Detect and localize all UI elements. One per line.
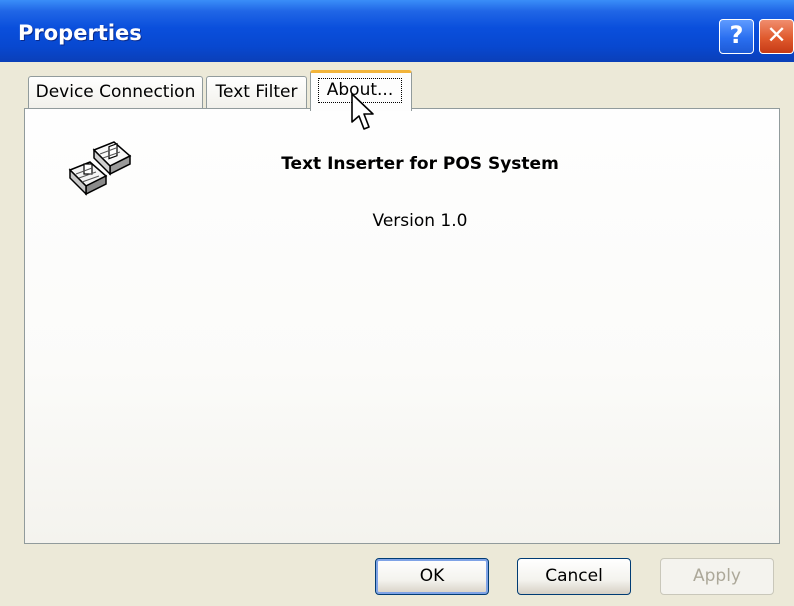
title-bar[interactable]: Properties ? ✕ xyxy=(0,0,794,62)
help-icon: ? xyxy=(729,21,744,49)
close-button[interactable]: ✕ xyxy=(759,19,794,54)
properties-dialog: Properties ? ✕ Device Connection Text Fi… xyxy=(0,0,794,606)
tab-label: Device Connection xyxy=(35,82,196,102)
app-version: Version 1.0 xyxy=(372,211,468,231)
ok-button[interactable]: OK xyxy=(375,558,489,595)
pos-keyboard-icon xyxy=(68,141,132,196)
window-title: Properties xyxy=(18,21,142,45)
mouse-pointer-icon xyxy=(351,93,374,130)
tab-label: Text Filter xyxy=(215,82,298,102)
help-button[interactable]: ? xyxy=(719,19,754,54)
tab-device-connection[interactable]: Device Connection xyxy=(28,76,203,109)
close-icon: ✕ xyxy=(766,21,787,49)
cancel-button[interactable]: Cancel xyxy=(517,558,631,595)
app-name: Text Inserter for POS System xyxy=(281,154,559,174)
apply-button[interactable]: Apply xyxy=(660,558,774,595)
tab-text-filter[interactable]: Text Filter xyxy=(206,76,307,109)
